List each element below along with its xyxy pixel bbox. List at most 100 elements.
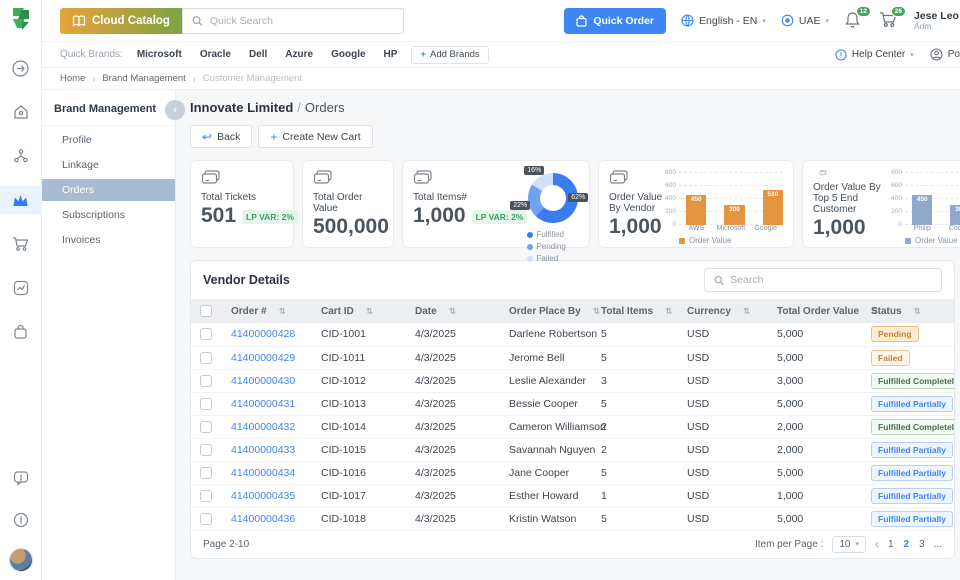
- column-header-total-items[interactable]: Total Items⇅: [589, 299, 675, 323]
- order-number-link[interactable]: 41400000430: [231, 375, 295, 387]
- sort-icon[interactable]: ⇅: [449, 306, 456, 316]
- breadcrumb-brand-management[interactable]: Brand Management: [102, 73, 185, 84]
- column-header-total-order-value[interactable]: Total Order Value⇅: [765, 299, 859, 323]
- column-header-order-place-by[interactable]: Order Place By⇅: [497, 299, 589, 323]
- order-number-link[interactable]: 41400000435: [231, 490, 295, 502]
- sort-icon[interactable]: ⇅: [743, 306, 750, 316]
- column-header-cart-id[interactable]: Cart ID⇅: [309, 299, 403, 323]
- column-label: Date: [415, 306, 437, 317]
- sidebar-item-profile[interactable]: Profile: [42, 129, 175, 151]
- status-badge: Fulfilled Partially: [871, 511, 953, 527]
- user-menu[interactable]: Jese Leo Adm: [914, 10, 960, 32]
- quick-search-input[interactable]: [210, 15, 394, 27]
- stat-cards: Total Tickets 501 LP VAR: 2% Total Order…: [190, 160, 960, 248]
- row-checkbox[interactable]: [200, 444, 212, 456]
- page-number-1[interactable]: 1: [888, 539, 894, 550]
- organization-icon[interactable]: [0, 142, 42, 170]
- sidebar-item-invoices[interactable]: Invoices: [42, 229, 175, 251]
- order-number-link[interactable]: 41400000429: [231, 352, 295, 364]
- column-header-status[interactable]: Status ⇅: [859, 299, 955, 323]
- x-tick: AWS: [679, 225, 714, 232]
- cart-button[interactable]: 26: [879, 11, 899, 31]
- brand-management-crown-icon[interactable]: [0, 186, 42, 214]
- column-header-currency[interactable]: Currency⇅: [675, 299, 765, 323]
- cell-placed-by: Darlene Robertson: [497, 323, 589, 346]
- donut-legend: FulfilledPendingFailed: [527, 230, 579, 263]
- order-number-link[interactable]: 41400000436: [231, 513, 295, 525]
- row-checkbox[interactable]: [200, 490, 212, 502]
- back-button[interactable]: ↩ Back: [190, 125, 252, 148]
- items-status-donut-chart: 62%22%16%FulfilledPendingFailed: [527, 170, 579, 238]
- bag-icon[interactable]: [0, 318, 42, 346]
- sort-icon[interactable]: ⇅: [665, 306, 672, 316]
- notifications-button[interactable]: 12: [844, 11, 864, 31]
- quick-order-button[interactable]: Quick Order: [564, 8, 666, 34]
- gridline: [679, 172, 783, 173]
- bar-value-label: 450: [912, 196, 932, 203]
- help-center-dropdown[interactable]: Help Center ▾: [835, 49, 914, 61]
- order-number-link[interactable]: 41400000432: [231, 421, 295, 433]
- column-header-date[interactable]: Date ⇅: [403, 299, 497, 323]
- quick-brand-google[interactable]: Google: [331, 49, 365, 60]
- sort-icon[interactable]: ⇅: [914, 306, 921, 316]
- quick-brand-dell[interactable]: Dell: [249, 49, 267, 60]
- quick-brand-azure[interactable]: Azure: [285, 49, 313, 60]
- home-icon[interactable]: [0, 98, 42, 126]
- expand-rail-icon[interactable]: [0, 54, 42, 82]
- order-number-link[interactable]: 41400000431: [231, 398, 295, 410]
- sidebar-item-subscriptions[interactable]: Subscriptions: [42, 204, 175, 226]
- column-label: Status: [871, 306, 902, 317]
- row-checkbox[interactable]: [200, 375, 212, 387]
- info-icon[interactable]: [0, 506, 42, 534]
- page-number-2[interactable]: 2: [904, 539, 910, 550]
- cell-cart: CID-1016: [309, 461, 403, 484]
- row-checkbox[interactable]: [200, 421, 212, 433]
- items-per-page-select[interactable]: 10 ▾: [832, 536, 866, 553]
- user-avatar[interactable]: [9, 548, 33, 572]
- sort-icon[interactable]: ⇅: [593, 306, 600, 316]
- cart-rail-icon[interactable]: [0, 230, 42, 258]
- quick-brand-microsoft[interactable]: Microsoft: [137, 49, 182, 60]
- status-badge: Pending: [871, 326, 919, 342]
- quick-brand-oracle[interactable]: Oracle: [200, 49, 231, 60]
- nav-rail: [0, 0, 42, 580]
- cell-placed-by: Bessie Cooper: [497, 392, 589, 415]
- legend-label: Failed: [536, 254, 558, 263]
- row-checkbox[interactable]: [200, 352, 212, 364]
- order-number-link[interactable]: 41400000434: [231, 467, 295, 479]
- order-number-link[interactable]: 41400000433: [231, 444, 295, 456]
- select-all-checkbox[interactable]: [200, 305, 212, 317]
- portal-link[interactable]: Po: [930, 48, 960, 61]
- column-header-order[interactable]: Order #⇅: [219, 299, 309, 323]
- card-label: Total Order Value: [313, 192, 389, 214]
- page-number-3[interactable]: 3: [919, 539, 925, 550]
- collapse-panel-button[interactable]: ‹: [165, 100, 185, 120]
- breadcrumb-home[interactable]: Home: [60, 73, 85, 84]
- row-checkbox[interactable]: [200, 513, 212, 525]
- row-checkbox[interactable]: [200, 328, 212, 340]
- cell-items: 5: [589, 392, 675, 415]
- previous-page-button[interactable]: ‹: [875, 537, 879, 551]
- sort-icon[interactable]: ⇅: [366, 306, 373, 316]
- app-logo[interactable]: [9, 6, 33, 32]
- help-icon: [835, 49, 847, 61]
- cell-currency: USD: [675, 415, 765, 438]
- sidebar-item-linkage[interactable]: Linkage: [42, 154, 175, 176]
- order-number-link[interactable]: 41400000428: [231, 328, 295, 340]
- feedback-icon[interactable]: [0, 464, 42, 492]
- quick-search[interactable]: [182, 8, 404, 34]
- analytics-icon[interactable]: [0, 274, 42, 302]
- table-search[interactable]: [704, 268, 942, 292]
- region-dropdown[interactable]: UAE ▾: [781, 14, 829, 27]
- language-dropdown[interactable]: English - EN ▾: [681, 14, 766, 27]
- portal-label: Po: [948, 49, 960, 60]
- row-checkbox[interactable]: [200, 398, 212, 410]
- create-new-cart-button[interactable]: + Create New Cart: [258, 125, 372, 148]
- cloud-catalog-button[interactable]: Cloud Catalog: [60, 8, 182, 34]
- sidebar-item-orders[interactable]: Orders: [42, 179, 175, 201]
- add-brands-button[interactable]: + Add Brands: [411, 46, 488, 64]
- quick-brand-hp[interactable]: HP: [384, 49, 398, 60]
- sort-icon[interactable]: ⇅: [279, 306, 286, 316]
- table-search-input[interactable]: [730, 274, 932, 286]
- row-checkbox[interactable]: [200, 467, 212, 479]
